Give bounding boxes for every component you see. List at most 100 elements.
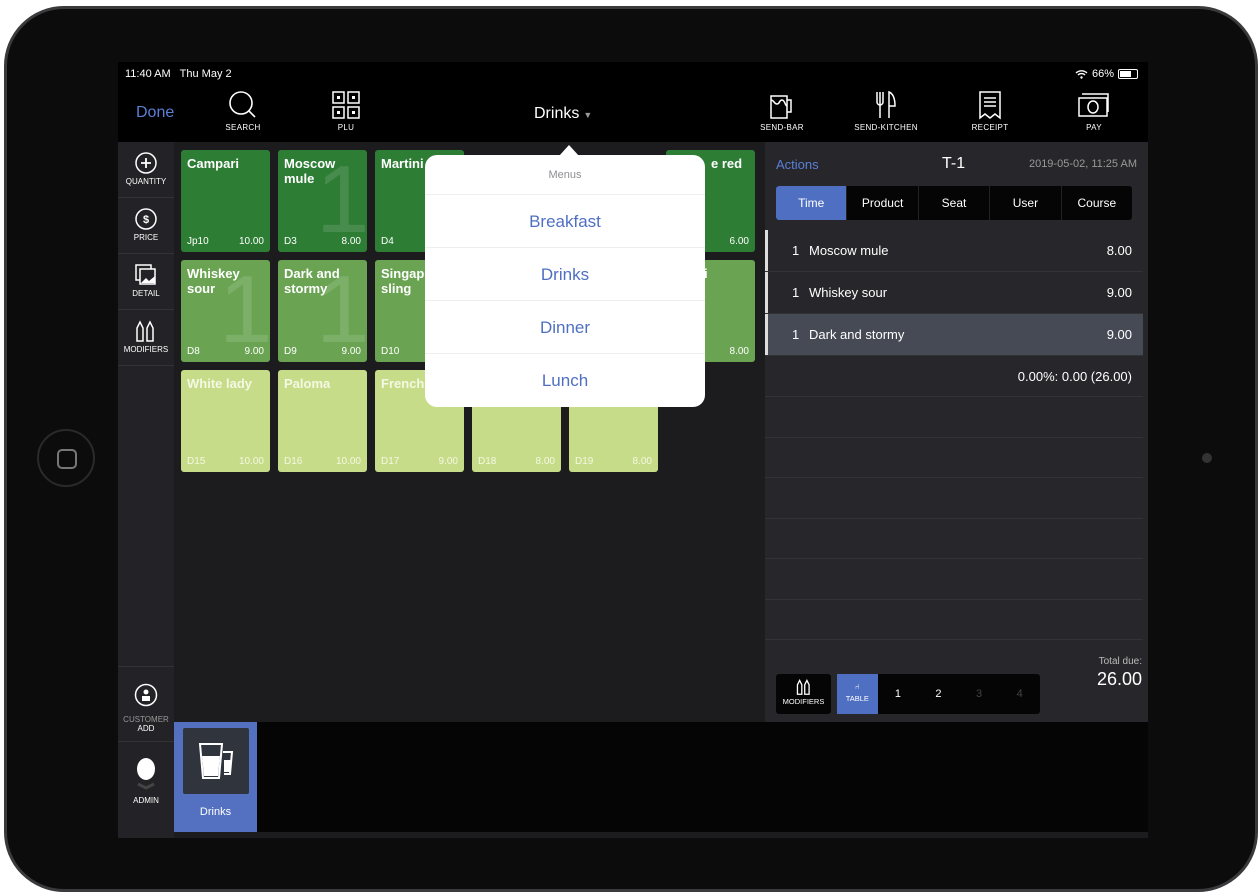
tab-product[interactable]: Product xyxy=(847,186,919,220)
tile-price: 8.00 xyxy=(729,346,749,357)
price-label: PRICE xyxy=(133,233,159,242)
product-tile[interactable]: 1 Moscow mule D3 8.00 xyxy=(278,150,367,252)
menu-option-lunch[interactable]: Lunch xyxy=(425,354,705,407)
caret-down-icon: ▼ xyxy=(583,110,593,120)
customer-label: CUSTOMER xyxy=(123,715,169,724)
tile-price: 8.00 xyxy=(341,236,361,247)
beer-mug-icon xyxy=(770,95,792,119)
tab-user[interactable]: User xyxy=(990,186,1062,220)
order-row[interactable]: 1 Moscow mule 8.00 xyxy=(765,230,1143,272)
fork-knife-icon xyxy=(876,90,896,118)
price-button[interactable]: $ PRICE xyxy=(118,198,174,254)
table-seat-button[interactable]: ⑁ TABLE xyxy=(837,674,878,714)
menus-popover: Menus Breakfast Drinks Dinner Lunch xyxy=(425,145,705,407)
order-panel: Actions T-1 2019-05-02, 11:25 AM Time Pr… xyxy=(765,142,1148,722)
tab-course[interactable]: Course xyxy=(1062,186,1132,220)
tile-name: Campari xyxy=(187,156,240,171)
top-bar: Done SEARCH PLU Drinks ▼ SEND-BAR SEND-KI… xyxy=(118,84,1148,142)
home-button[interactable] xyxy=(37,429,95,487)
menu-option-drinks[interactable]: Drinks xyxy=(425,248,705,301)
total-label: Total due: xyxy=(1098,656,1142,667)
search-button[interactable]: SEARCH xyxy=(203,90,283,132)
tile-code: Jp10 xyxy=(187,236,209,247)
product-tile[interactable]: Paloma D16 10.00 xyxy=(278,370,367,472)
seat-2-button[interactable]: 2 xyxy=(918,674,959,714)
detail-button[interactable]: DETAIL xyxy=(118,254,174,310)
tile-price: 8.00 xyxy=(632,456,652,467)
empty-row xyxy=(765,397,1143,438)
receipt-button[interactable]: RECEIPT xyxy=(950,90,1030,132)
total-due: Total due: 26.00 xyxy=(1097,656,1142,690)
screen: 11:40 AM Thu May 2 66% Done SEARCH PLU D… xyxy=(118,62,1148,838)
order-datetime: 2019-05-02, 11:25 AM xyxy=(1028,158,1137,170)
product-tile[interactable]: 1 Whiskey sour D8 9.00 xyxy=(181,260,270,362)
empty-row xyxy=(765,559,1143,600)
tile-code: D10 xyxy=(381,346,400,357)
item-name: Dark and stormy xyxy=(809,327,905,342)
menu-selector[interactable]: Drinks ▼ xyxy=(534,105,592,123)
menu-title: Drinks xyxy=(534,105,580,122)
seat-1-button[interactable]: 1 xyxy=(878,674,919,714)
cash-icon xyxy=(1078,93,1109,117)
receipt-label: RECEIPT xyxy=(971,123,1009,132)
item-price: 9.00 xyxy=(1106,327,1132,342)
menu-option-breakfast[interactable]: Breakfast xyxy=(425,195,705,248)
order-row-selected[interactable]: 1 Dark and stormy 9.00 xyxy=(765,314,1143,356)
product-tile[interactable]: White lady D15 10.00 xyxy=(181,370,270,472)
left-sidebar: QUANTITY $ PRICE DETAIL MODIFIERS CUSTOM… xyxy=(118,142,174,838)
actions-button[interactable]: Actions xyxy=(776,157,819,172)
plu-button[interactable]: PLU xyxy=(306,90,386,132)
seat-4-button[interactable]: 4 xyxy=(999,674,1040,714)
wifi-icon xyxy=(1075,70,1088,79)
glasses-icon xyxy=(198,743,233,779)
item-qty: 1 xyxy=(792,285,800,300)
tab-time[interactable]: Time xyxy=(776,186,848,220)
dollar-circle-icon: $ xyxy=(135,208,157,230)
product-tile[interactable]: Campari Jp10 10.00 xyxy=(181,150,270,252)
tile-name: Whiskey sour xyxy=(187,266,240,296)
item-price: 8.00 xyxy=(1106,243,1132,258)
tile-code: D17 xyxy=(381,456,400,467)
tile-code: D9 xyxy=(284,346,297,357)
tab-seat[interactable]: Seat xyxy=(919,186,991,220)
search-label: SEARCH xyxy=(225,123,261,132)
order-row[interactable]: 1 Whiskey sour 9.00 xyxy=(765,272,1143,314)
modifiers-label: MODIFIERS xyxy=(123,345,169,354)
table-name: T-1 xyxy=(942,155,966,172)
seat-3-button[interactable]: 3 xyxy=(959,674,1000,714)
quantity-label: QUANTITY xyxy=(125,177,167,186)
admin-button[interactable]: ADMIN xyxy=(118,742,174,832)
sort-tabs: Time Product Seat User Course xyxy=(776,186,1132,220)
admin-avatar-icon xyxy=(137,758,155,790)
add-label: ADD xyxy=(137,724,155,733)
item-price: 9.00 xyxy=(1106,285,1132,300)
item-qty: 1 xyxy=(792,327,800,342)
modifiers-button[interactable]: MODIFIERS xyxy=(118,310,174,366)
send-kitchen-button[interactable]: SEND-KITCHEN xyxy=(846,90,926,132)
tile-price: 6.00 xyxy=(729,236,749,247)
admin-label: ADMIN xyxy=(133,796,159,805)
category-bar: Drinks xyxy=(174,722,1148,832)
quantity-button[interactable]: QUANTITY xyxy=(118,142,174,198)
menu-option-dinner[interactable]: Dinner xyxy=(425,301,705,354)
svg-text:$: $ xyxy=(143,214,149,226)
table-label: TABLE xyxy=(845,694,869,703)
tile-name: Dark and stormy xyxy=(284,266,340,296)
category-label: Drinks xyxy=(199,806,232,818)
send-kitchen-label: SEND-KITCHEN xyxy=(854,123,918,132)
tile-price: 9.00 xyxy=(438,456,458,467)
category-drinks[interactable]: Drinks xyxy=(174,722,257,832)
order-modifiers-button[interactable]: MODIFIERS xyxy=(776,674,831,714)
tile-price: 9.00 xyxy=(341,346,361,357)
send-bar-button[interactable]: SEND-BAR xyxy=(742,90,822,132)
tile-price: 9.00 xyxy=(244,346,264,357)
tile-name: Paloma xyxy=(284,376,331,391)
done-button[interactable]: Done xyxy=(136,104,174,122)
tile-code: D18 xyxy=(478,456,497,467)
pay-button[interactable]: PAY xyxy=(1054,90,1134,132)
status-bar: 11:40 AM Thu May 2 66% xyxy=(118,62,1148,84)
customer-add-button[interactable]: CUSTOMER ADD xyxy=(118,666,174,742)
tile-price: 10.00 xyxy=(238,236,264,247)
product-tile[interactable]: 1 Dark and stormy D9 9.00 xyxy=(278,260,367,362)
tile-code: D4 xyxy=(381,236,394,247)
